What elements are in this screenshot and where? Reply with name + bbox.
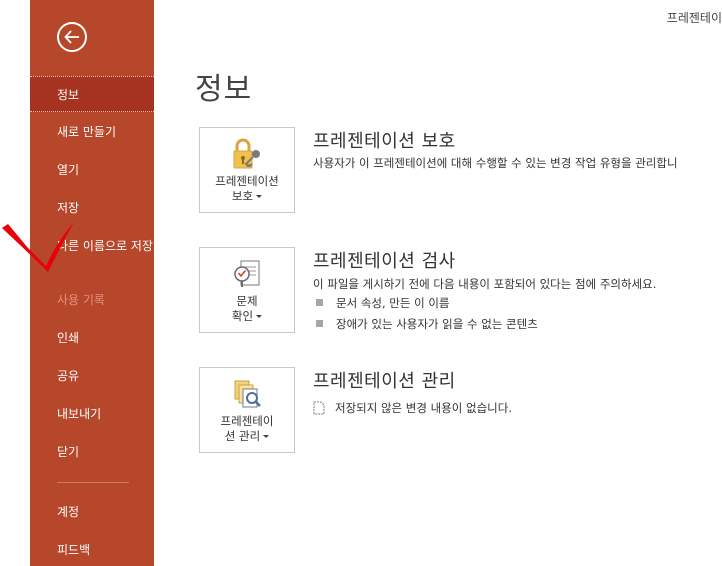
manage-button-label-1: 프레젠테이 xyxy=(220,414,274,428)
manage-versions-icon xyxy=(234,380,261,408)
inspect-bullet-item: 문서 속성, 만든 이 이름 xyxy=(316,295,450,311)
bullet-square-icon xyxy=(316,299,323,306)
bullet-square-icon xyxy=(316,320,323,327)
document-icon xyxy=(313,401,325,415)
left-margin xyxy=(0,0,30,566)
page-title: 정보 xyxy=(195,72,253,107)
nav-close[interactable]: 닫기 xyxy=(30,444,154,460)
window-title: 프레젠테이 xyxy=(666,11,722,25)
protect-presentation-button[interactable]: 프레젠테이션 보호 xyxy=(199,127,295,213)
inspect-section-description: 이 파일을 게시하기 전에 다음 내용이 포함되어 있다는 점에 주의하세요. xyxy=(313,277,657,291)
inspect-document-icon xyxy=(234,260,260,287)
protect-button-label-2: 보호 xyxy=(231,189,254,203)
nav-share[interactable]: 공유 xyxy=(30,368,154,384)
manage-status-text: 저장되지 않은 변경 내용이 없습니다. xyxy=(335,401,512,415)
protect-section-title: 프레젠테이션 보호 xyxy=(313,131,456,152)
inspect-button-label-1: 문제 xyxy=(236,294,258,308)
nav-feedback[interactable]: 피드백 xyxy=(30,542,154,558)
manage-section-title: 프레젠테이션 관리 xyxy=(313,371,456,392)
nav-history: 사용 기록 xyxy=(57,293,105,307)
protect-section-description: 사용자가 이 프레젠테이션에 대해 수행할 수 있는 변경 작업 유형을 관리합… xyxy=(313,156,678,170)
nav-open[interactable]: 열기 xyxy=(30,162,154,178)
dropdown-caret-icon xyxy=(256,315,263,318)
dropdown-caret-icon xyxy=(263,435,270,438)
red-checkmark-annotation xyxy=(2,222,74,272)
nav-new[interactable]: 새로 만들기 xyxy=(30,124,154,140)
nav-export[interactable]: 내보내기 xyxy=(30,406,154,422)
manage-status-row: 저장되지 않은 변경 내용이 없습니다. xyxy=(313,400,512,416)
nav-account[interactable]: 계정 xyxy=(30,504,154,520)
nav-info[interactable]: 정보 xyxy=(30,76,154,112)
dropdown-caret-icon xyxy=(256,195,263,198)
nav-divider xyxy=(57,482,129,483)
check-for-issues-button[interactable]: 문제 확인 xyxy=(199,247,295,333)
manage-button-label-2: 션 관리 xyxy=(224,429,261,443)
inspect-button-label-2: 확인 xyxy=(231,309,254,323)
lock-key-icon xyxy=(233,138,260,169)
backstage-sidebar: 정보 새로 만들기 열기 저장 다른 이름으로 저장 사용 기록 인쇄 공유 내… xyxy=(30,0,154,566)
inspect-section-title: 프레젠테이션 검사 xyxy=(313,251,456,272)
inspect-bullet-item: 장애가 있는 사용자가 읽을 수 없는 콘텐츠 xyxy=(316,316,538,332)
protect-button-label-1: 프레젠테이션 xyxy=(215,174,279,188)
nav-print[interactable]: 인쇄 xyxy=(30,330,154,346)
back-button[interactable] xyxy=(57,22,87,52)
manage-presentation-button[interactable]: 프레젠테이 션 관리 xyxy=(199,367,295,453)
back-arrow-icon xyxy=(64,30,79,44)
